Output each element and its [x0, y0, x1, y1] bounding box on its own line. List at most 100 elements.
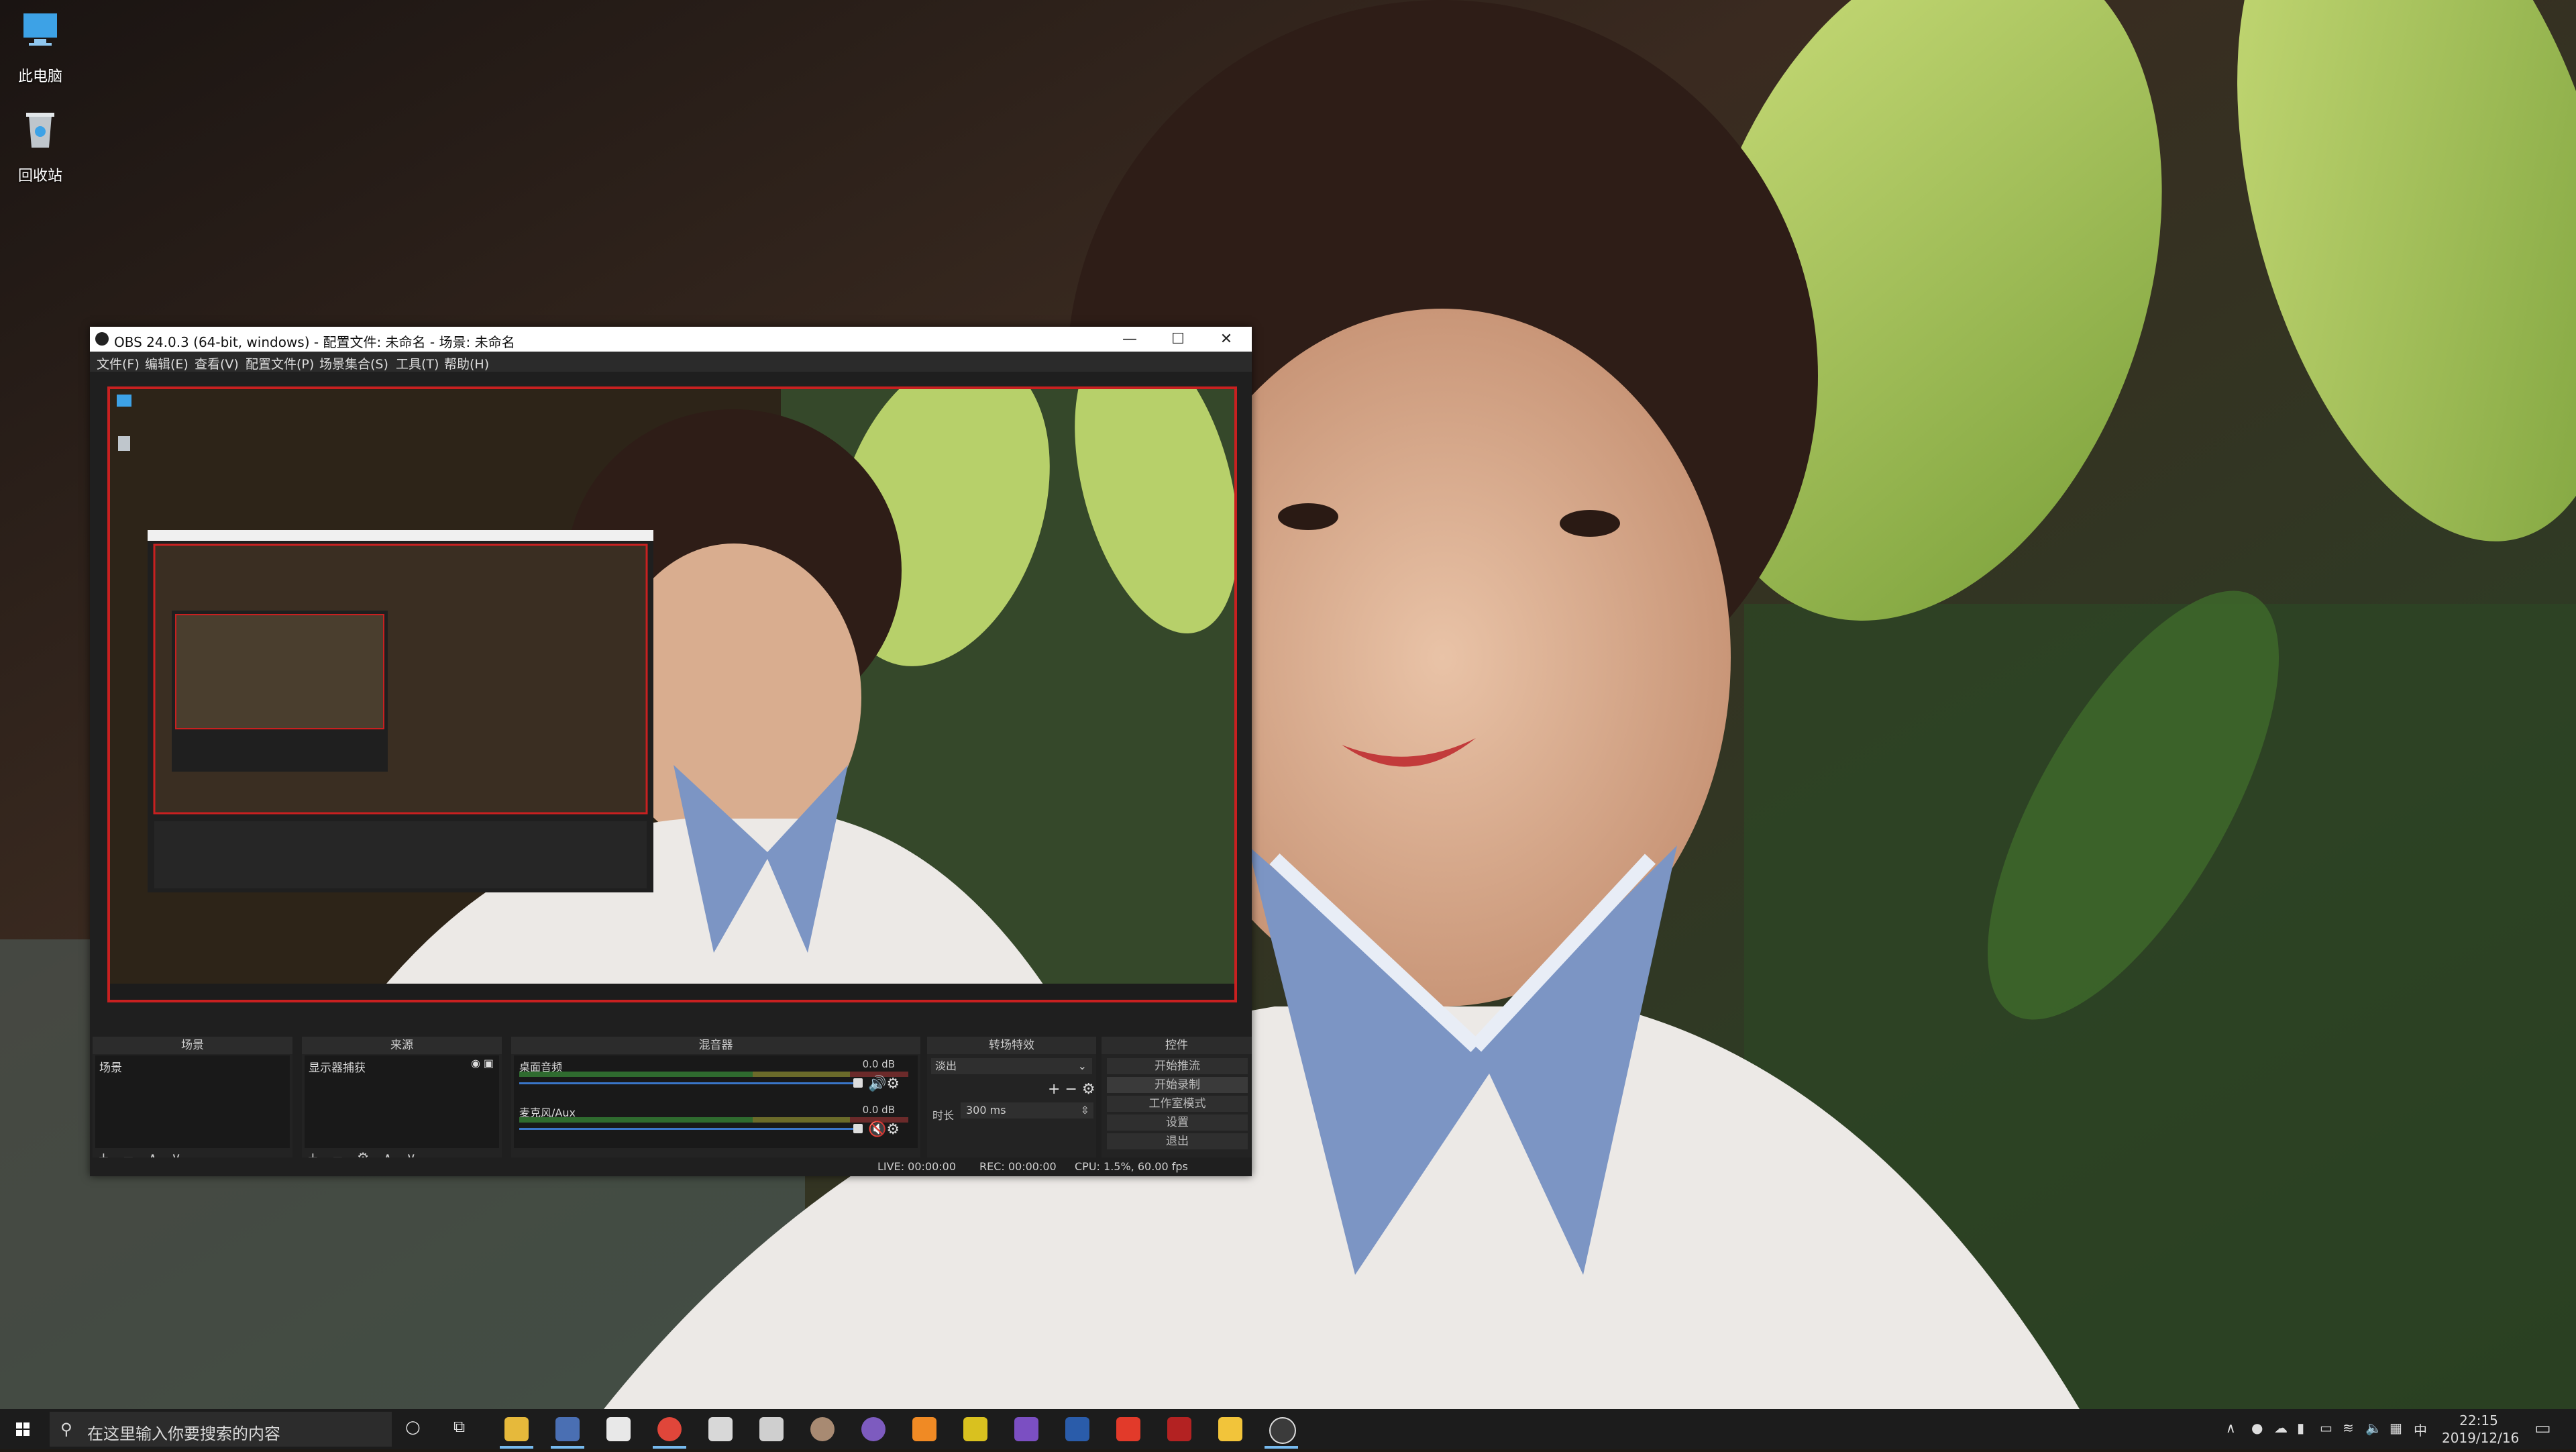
spinner-icon[interactable]: ⇳	[1081, 1102, 1089, 1119]
status-bar: LIVE: 00:00:00 REC: 00:00:00 CPU: 1.5%, …	[90, 1157, 1252, 1176]
clock[interactable]: 22:15 2019/12/16	[2442, 1412, 2519, 1447]
settings-button[interactable]: 设置	[1107, 1114, 1248, 1131]
menu-tools[interactable]: 工具(T)	[396, 354, 439, 372]
file-explorer-icon[interactable]	[504, 1417, 529, 1441]
calculator-icon[interactable]	[759, 1417, 784, 1441]
scenes-dock: 场景 场景 + − ∧ ∨	[93, 1037, 292, 1171]
clock-time: 22:15	[2459, 1412, 2498, 1429]
task-view-icon[interactable]: ⧉	[453, 1417, 465, 1436]
muted-speaker-icon[interactable]: 🔇	[868, 1121, 886, 1138]
mixer-channel-desktop: 桌面音频 0.0 dB 🔊⚙	[519, 1058, 908, 1098]
start-button[interactable]	[0, 1409, 47, 1449]
start-streaming-button[interactable]: 开始推流	[1107, 1058, 1248, 1074]
mixer-panel: 桌面音频 0.0 dB 🔊⚙ 麦克风/Aux 0.0 dB 🔇⚙	[514, 1055, 918, 1148]
battery-icon[interactable]: ▭	[2320, 1420, 2332, 1436]
folder-app-icon[interactable]	[963, 1417, 987, 1441]
exit-button[interactable]: 退出	[1107, 1133, 1248, 1149]
active-indicator	[1265, 1446, 1298, 1449]
start-recording-button[interactable]: 开始录制	[1107, 1077, 1248, 1093]
scenes-list[interactable]: 场景	[95, 1055, 290, 1148]
keyboard-icon[interactable]: ▦	[2390, 1420, 2402, 1436]
bug-app-icon[interactable]	[1167, 1417, 1191, 1441]
add-icon[interactable]: +	[1048, 1081, 1060, 1098]
chrome-icon[interactable]	[657, 1417, 682, 1441]
obs-window[interactable]: OBS 24.0.3 (64-bit, windows) - 配置文件: 未命名…	[90, 327, 1252, 1176]
visual-studio-icon[interactable]	[1014, 1417, 1038, 1441]
duration-label: 时长	[932, 1109, 955, 1122]
cloud-icon[interactable]: ☁	[2274, 1420, 2288, 1436]
cortana-icon[interactable]: ○	[405, 1417, 421, 1437]
menu-bar: 文件(F) 编辑(E) 查看(V) 配置文件(P) 场景集合(S) 工具(T) …	[90, 352, 1252, 372]
transitions-dock-title: 转场特效	[927, 1037, 1096, 1054]
duration-input[interactable]: 300 ms ⇳	[961, 1102, 1093, 1119]
menu-profile[interactable]: 配置文件(P)	[246, 354, 314, 372]
volume-slider[interactable]	[519, 1082, 855, 1084]
window-title: OBS 24.0.3 (64-bit, windows) - 配置文件: 未命名…	[114, 334, 515, 350]
mixer-icons: 🔊⚙	[868, 1076, 900, 1092]
maximize-button[interactable]: ☐	[1154, 327, 1202, 352]
search-input[interactable]: 在这里输入你要搜索的内容	[87, 1420, 280, 1444]
list-item[interactable]: 显示器捕获	[309, 1058, 366, 1075]
mixer-dock: 混音器 桌面音频 0.0 dB 🔊⚙ 麦克风/Aux 0.0 dB 🔇⚙	[511, 1037, 920, 1171]
menu-file[interactable]: 文件(F)	[97, 354, 140, 372]
paw-icon[interactable]	[708, 1417, 733, 1441]
gear-icon[interactable]: ⚙	[886, 1076, 900, 1092]
volume-meter	[519, 1117, 908, 1123]
rec-status: REC: 00:00:00	[979, 1160, 1057, 1173]
mixer-channel-db: 0.0 dB	[862, 1104, 895, 1116]
search-box[interactable]: ⚲ 在这里输入你要搜索的内容	[50, 1412, 392, 1447]
gear-icon[interactable]: ⚙	[886, 1121, 900, 1138]
volume-slider-knob[interactable]	[853, 1124, 863, 1133]
studio-mode-button[interactable]: 工作室模式	[1107, 1096, 1248, 1112]
remove-icon[interactable]: −	[1065, 1081, 1077, 1098]
red-app-icon[interactable]	[1116, 1417, 1140, 1441]
obs-logo-icon	[95, 332, 109, 346]
transition-select[interactable]: 淡出 ⌄	[931, 1058, 1092, 1074]
desktop-icon-this-pc[interactable]: 此电脑	[0, 7, 80, 86]
transitions-dock: 转场特效 淡出 ⌄ + − ⚙ 时长 300 ms ⇳	[927, 1037, 1096, 1171]
sources-list[interactable]: 显示器捕获 ◉ ▣	[305, 1055, 499, 1148]
github-icon[interactable]	[861, 1417, 885, 1441]
desktop-icon-recycle-bin[interactable]: 回收站	[0, 106, 80, 185]
title-bar[interactable]: OBS 24.0.3 (64-bit, windows) - 配置文件: 未命名…	[90, 327, 1252, 352]
transition-tools: + − ⚙	[1048, 1081, 1095, 1098]
save-icon[interactable]	[555, 1417, 580, 1441]
chevron-down-icon: ⌄	[1077, 1059, 1087, 1072]
close-button[interactable]: ✕	[1202, 327, 1250, 352]
lock-icon[interactable]: ▣	[484, 1057, 494, 1070]
volume-slider[interactable]	[519, 1128, 855, 1130]
volume-meter	[519, 1072, 908, 1077]
minimize-button[interactable]: —	[1106, 327, 1154, 352]
obs-icon[interactable]	[1269, 1417, 1296, 1444]
visibility-eye-icon[interactable]: ◉	[471, 1057, 480, 1070]
avatar-app-icon[interactable]	[810, 1417, 835, 1441]
app-tray-icon[interactable]: ●	[2251, 1420, 2263, 1436]
mail-icon[interactable]	[606, 1417, 631, 1441]
volume-slider-knob[interactable]	[853, 1078, 863, 1088]
menu-edit[interactable]: 编辑(E)	[145, 354, 189, 372]
taskbar: ⚲ 在这里输入你要搜索的内容 ○ ⧉ ∧ ● ☁ ▮ ▭ ≋ 🔈 ▦ 中 22:…	[0, 1409, 2576, 1449]
wifi-icon[interactable]: ≋	[2343, 1420, 2354, 1436]
speaker-icon[interactable]: 🔊	[868, 1076, 886, 1092]
recycle-bin-icon	[26, 113, 54, 148]
ime-indicator[interactable]: 中	[2414, 1420, 2427, 1439]
powershell-icon[interactable]	[1065, 1417, 1089, 1441]
chevron-up-icon[interactable]: ∧	[2226, 1420, 2236, 1436]
menu-view[interactable]: 查看(V)	[195, 354, 239, 372]
menu-help[interactable]: 帮助(H)	[444, 354, 489, 372]
preview-canvas[interactable]	[107, 386, 1237, 1002]
menu-scene-collection[interactable]: 场景集合(S)	[319, 354, 388, 372]
microphone-icon[interactable]: ▮	[2297, 1420, 2304, 1436]
list-item[interactable]: 场景	[99, 1058, 122, 1075]
controls-dock-title: 控件	[1102, 1037, 1252, 1054]
desktop-icon-label: 回收站	[17, 168, 62, 185]
python-icon[interactable]	[1218, 1417, 1242, 1441]
sublime-icon[interactable]	[912, 1417, 936, 1441]
gear-icon[interactable]: ⚙	[1082, 1081, 1095, 1098]
active-indicator	[551, 1446, 584, 1449]
volume-icon[interactable]: 🔈	[2365, 1420, 2382, 1436]
notification-icon[interactable]: ▭	[2534, 1418, 2551, 1439]
controls-dock: 控件 开始推流 开始录制 工作室模式 设置 退出	[1102, 1037, 1252, 1171]
mixer-channel-mic: 麦克风/Aux 0.0 dB 🔇⚙	[519, 1104, 908, 1144]
windows-logo-icon	[16, 1422, 30, 1436]
